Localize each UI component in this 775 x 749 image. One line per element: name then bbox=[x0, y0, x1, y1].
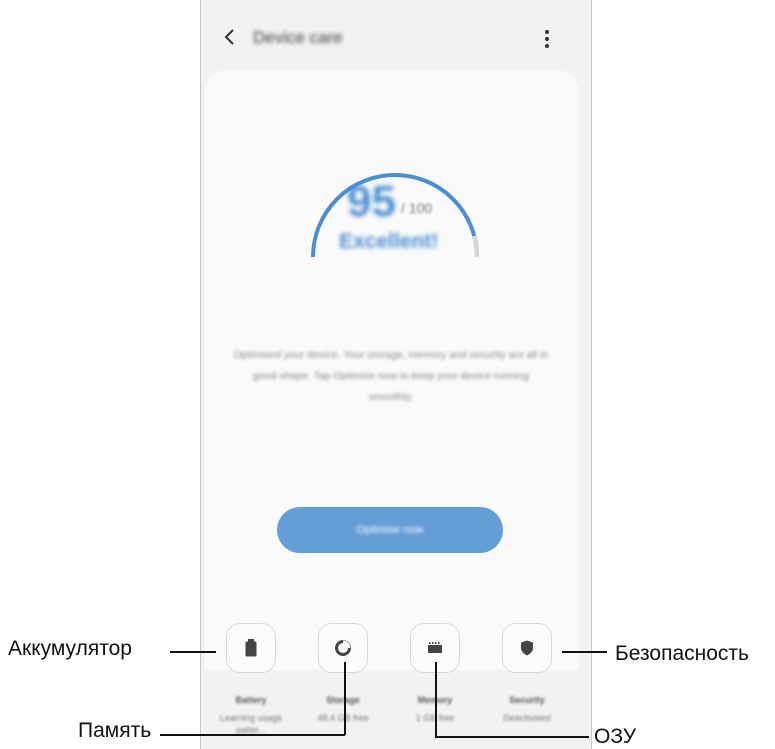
score-status: Excellent! bbox=[339, 230, 439, 253]
security-label: Security bbox=[509, 695, 545, 705]
callout-storage: Память bbox=[78, 719, 152, 742]
optimize-now-button[interactable]: Optimise now bbox=[277, 507, 503, 553]
leader-line-storage-v bbox=[344, 662, 346, 735]
memory-chip-icon bbox=[428, 642, 442, 653]
app-bar: Device care bbox=[201, 0, 591, 70]
leader-line-memory-v bbox=[435, 662, 437, 737]
storage-value: 48.4 GB free bbox=[317, 713, 369, 723]
storage-button[interactable] bbox=[318, 623, 368, 673]
leader-line-memory-h bbox=[435, 736, 589, 738]
storage-label: Storage bbox=[326, 695, 360, 705]
battery-label: Battery bbox=[235, 695, 267, 705]
battery-value: Learning usage patter... bbox=[219, 713, 283, 735]
battery-tile[interactable]: Battery Learning usage patter... bbox=[205, 610, 297, 736]
battery-button[interactable] bbox=[226, 623, 276, 673]
leader-line-security bbox=[562, 651, 607, 653]
callout-memory: ОЗУ bbox=[594, 725, 637, 748]
optimize-now-label: Optimise now bbox=[356, 524, 424, 536]
security-button[interactable] bbox=[502, 623, 552, 673]
callout-security: Безопасность bbox=[615, 642, 749, 665]
device-care-card: 95 / 100 Excellent! Optimised your devic… bbox=[205, 70, 579, 670]
security-value: Deactivated bbox=[503, 713, 551, 723]
phone-screen: Device care 95 / 100 Excellent! Optimise… bbox=[200, 0, 592, 749]
leader-line-storage-h bbox=[160, 734, 345, 736]
battery-icon bbox=[245, 639, 257, 657]
back-arrow-icon[interactable] bbox=[219, 26, 241, 48]
score-total: / 100 bbox=[401, 200, 433, 216]
shield-icon bbox=[521, 640, 533, 656]
storage-tile[interactable]: Storage 48.4 GB free bbox=[297, 610, 389, 724]
app-title: Device care bbox=[253, 28, 343, 47]
security-tile[interactable]: Security Deactivated bbox=[481, 610, 573, 724]
more-options-icon[interactable] bbox=[538, 28, 556, 50]
leader-line-battery bbox=[170, 651, 216, 653]
callout-battery: Аккумулятор bbox=[8, 637, 132, 660]
storage-pie-icon bbox=[335, 640, 351, 656]
score-value: 95 bbox=[347, 177, 396, 226]
optimization-description: Optimised your device. Your storage, mem… bbox=[233, 349, 549, 403]
